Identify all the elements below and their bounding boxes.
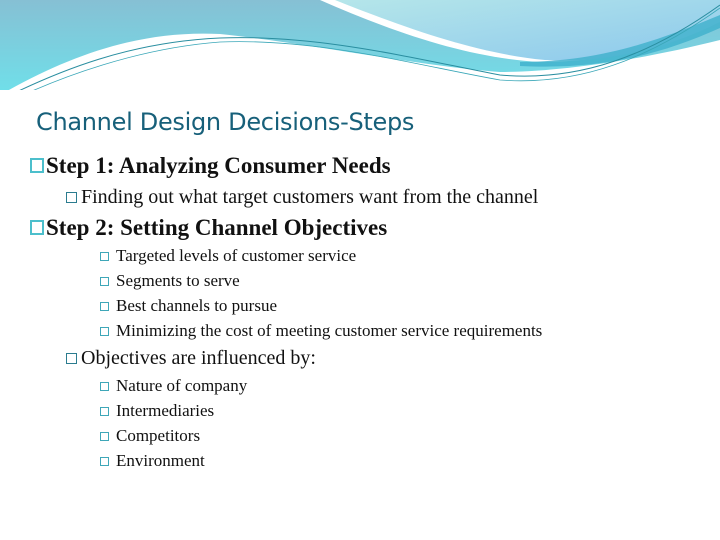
step1-item: Finding out what target customers want f… [81, 186, 539, 208]
square-bullet-icon [100, 277, 109, 286]
square-bullet-icon [100, 457, 109, 466]
square-bullet-icon [100, 407, 109, 416]
square-bullet-icon [30, 158, 44, 173]
step2-item: Best channels to pursue [116, 296, 277, 315]
influence-item-row: Environment [100, 451, 205, 471]
square-bullet-icon [66, 353, 77, 364]
step2-heading: Step 2: Setting Channel Objectives [46, 215, 388, 240]
influence-item-row: Competitors [100, 426, 200, 446]
influence-item: Competitors [116, 426, 201, 445]
square-bullet-icon [100, 302, 109, 311]
square-bullet-icon [100, 252, 109, 261]
step2-item-row: Targeted levels of customer service [100, 246, 356, 266]
influence-item-row: Intermediaries [100, 401, 214, 421]
step1-heading-row: Step 1: Analyzing Consumer Needs [30, 153, 391, 179]
influence-item: Intermediaries [116, 401, 215, 420]
step2-item-row: Best channels to pursue [100, 296, 277, 316]
influence-heading-row: Objectives are influenced by: [66, 347, 316, 370]
step2-heading-row: Step 2: Setting Channel Objectives [30, 215, 387, 241]
influence-item: Nature of company [116, 376, 248, 395]
header-wave-decoration [0, 0, 720, 90]
step1-item-row: Finding out what target customers want f… [66, 186, 538, 209]
slide-title: Channel Design Decisions-Steps [36, 108, 415, 136]
influence-item: Environment [116, 451, 205, 470]
square-bullet-icon [100, 432, 109, 441]
step2-item-row: Minimizing the cost of meeting customer … [100, 321, 542, 341]
influence-item-row: Nature of company [100, 376, 247, 396]
influence-heading: Objectives are influenced by: [81, 347, 316, 369]
step2-item: Segments to serve [116, 271, 240, 290]
square-bullet-icon [30, 220, 44, 235]
step2-item-row: Segments to serve [100, 271, 240, 291]
step2-item: Targeted levels of customer service [116, 246, 357, 265]
square-bullet-icon [100, 327, 109, 336]
square-bullet-icon [66, 192, 77, 203]
square-bullet-icon [100, 382, 109, 391]
step1-heading: Step 1: Analyzing Consumer Needs [46, 153, 391, 178]
step2-item: Minimizing the cost of meeting customer … [116, 321, 543, 340]
